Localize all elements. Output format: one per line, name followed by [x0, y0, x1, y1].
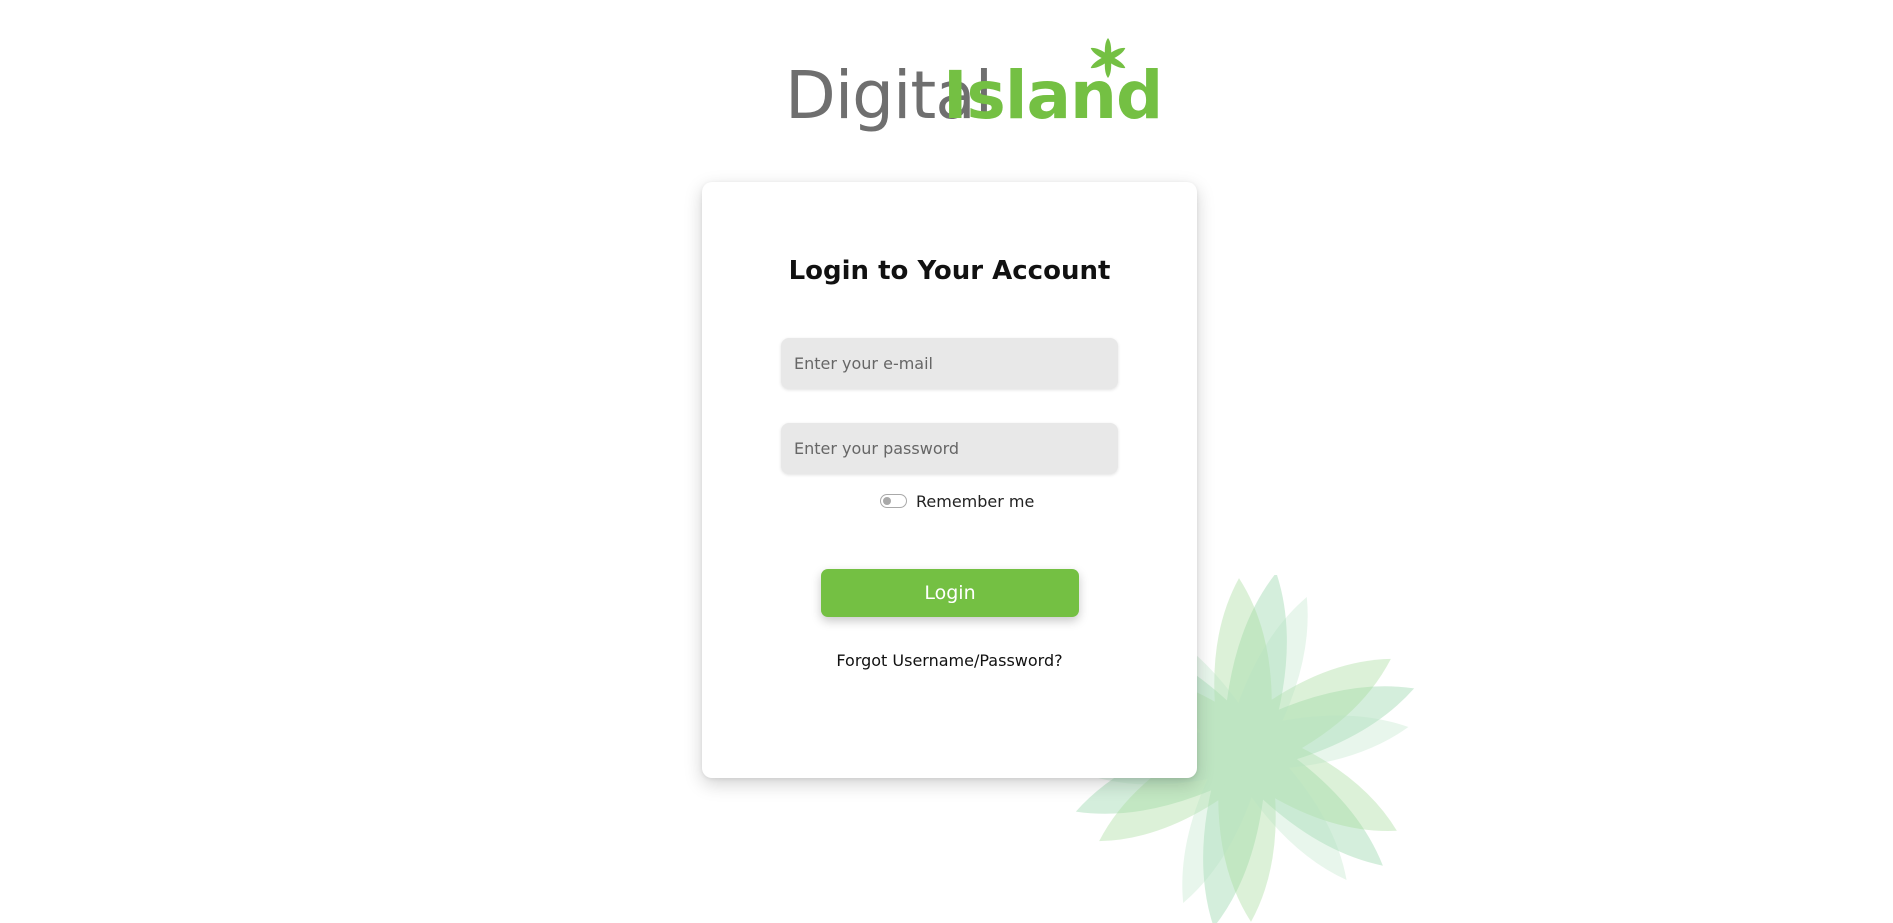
page-title: Login to Your Account [788, 256, 1111, 286]
forgot-password-link[interactable]: Forgot Username/Password? [702, 651, 1197, 670]
password-field[interactable] [781, 423, 1118, 474]
login-page: Digital Island Login to Your Account Ent… [0, 0, 1893, 923]
asterisk-icon [1090, 38, 1126, 78]
email-field[interactable] [781, 338, 1118, 389]
remember-me-label[interactable]: Remember me [916, 492, 1034, 511]
login-button[interactable]: Login [821, 569, 1079, 617]
remember-me-toggle[interactable] [880, 494, 907, 508]
remember-me-row: Remember me [880, 490, 1034, 512]
login-card: Login to Your Account Remember me Login … [702, 182, 1197, 778]
toggle-knob [883, 497, 891, 505]
digital-island-logo: Digital Island [785, 36, 1163, 134]
